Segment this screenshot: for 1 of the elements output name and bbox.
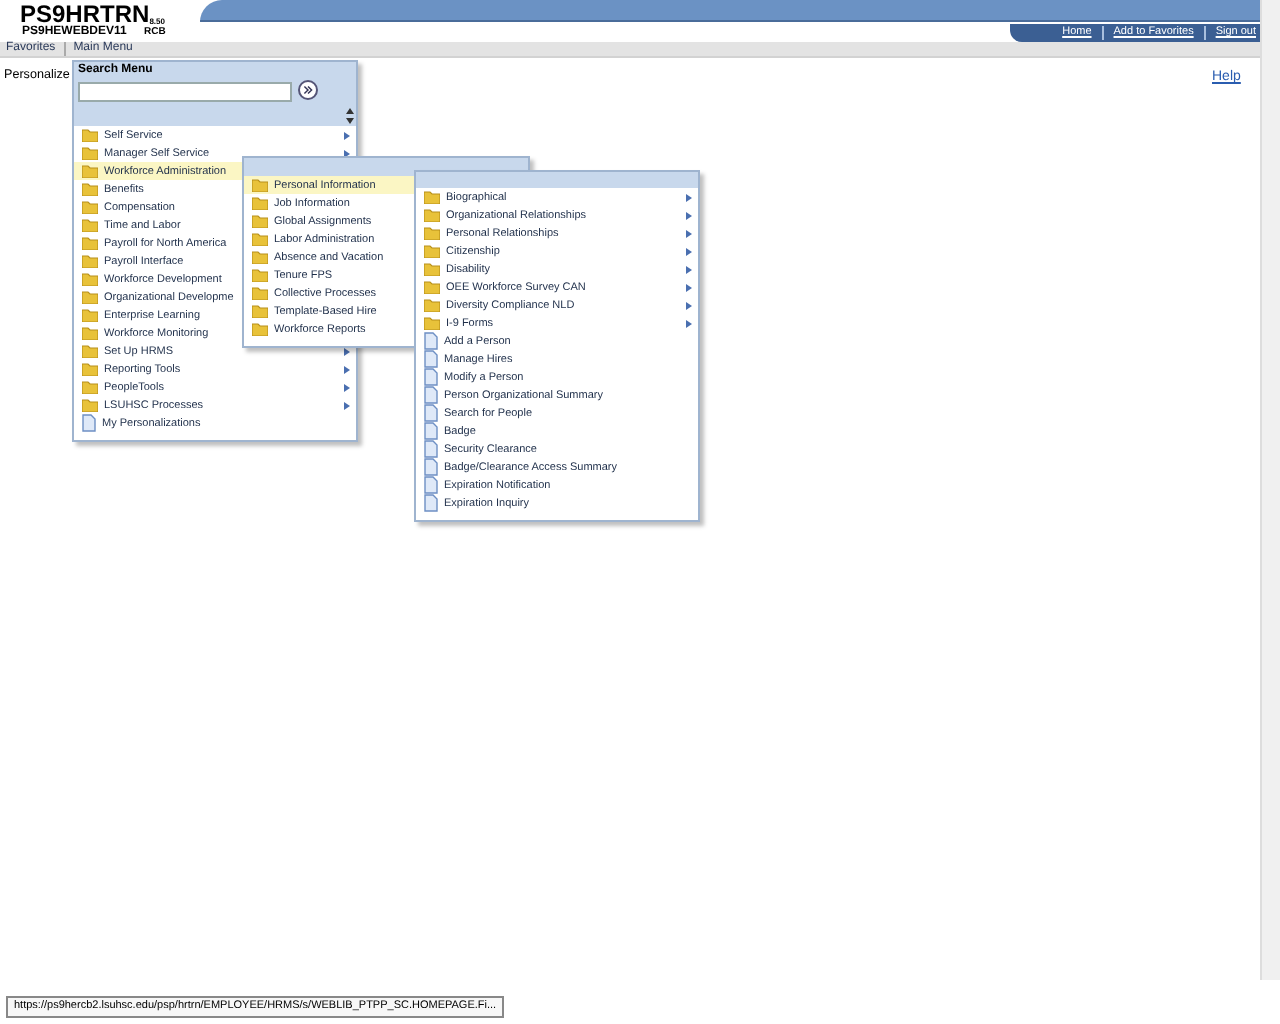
app-title: PS9HRTRN [20,2,150,26]
